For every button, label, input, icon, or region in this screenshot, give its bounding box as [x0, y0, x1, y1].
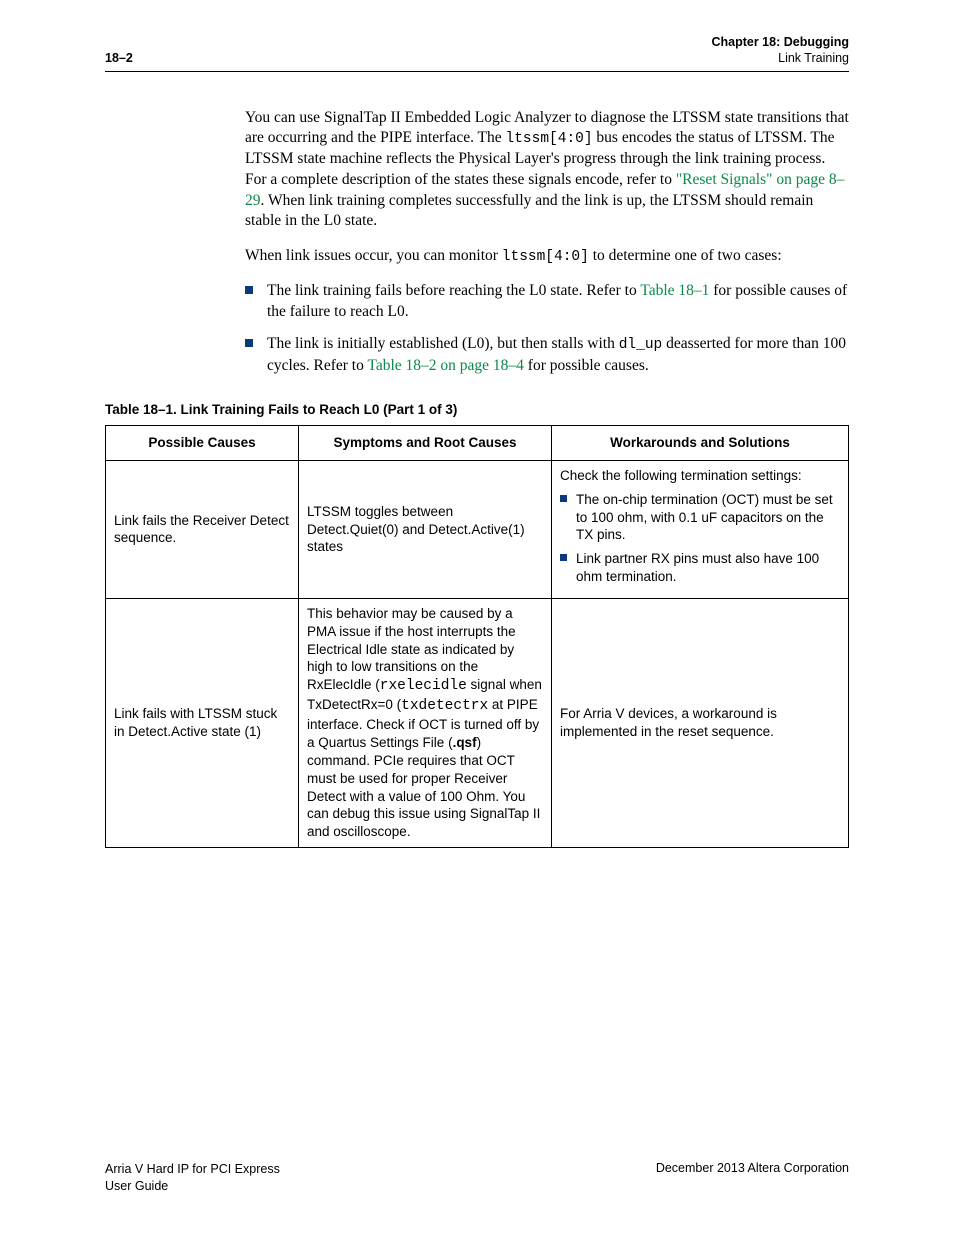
col-header-symptoms: Symptoms and Root Causes	[299, 426, 552, 461]
footer-left: Arria V Hard IP for PCI Express User Gui…	[105, 1161, 280, 1195]
text: The link training fails before reaching …	[267, 282, 640, 299]
cell-bullet: The on-chip termination (OCT) must be se…	[560, 491, 840, 544]
page-footer: Arria V Hard IP for PCI Express User Gui…	[105, 1161, 849, 1195]
section-title: Link Training	[711, 50, 849, 66]
cell-symptom: This behavior may be caused by a PMA iss…	[299, 598, 552, 847]
text: for possible causes.	[524, 357, 649, 374]
paragraph-1: You can use SignalTap II Embedded Logic …	[245, 108, 849, 232]
code-dlup: dl_up	[619, 337, 663, 353]
col-header-causes: Possible Causes	[106, 426, 299, 461]
page-header: 18–2 Chapter 18: Debugging Link Training	[105, 34, 849, 67]
cell-bullets: The on-chip termination (OCT) must be se…	[560, 491, 840, 586]
chapter-title: Chapter 18: Debugging	[711, 34, 849, 50]
cell-cause: Link fails with LTSSM stuck in Detect.Ac…	[106, 598, 299, 847]
table-row: Link fails the Receiver Detect sequence.…	[106, 461, 849, 599]
table-header-row: Possible Causes Symptoms and Root Causes…	[106, 426, 849, 461]
header-right: Chapter 18: Debugging Link Training	[711, 34, 849, 67]
footer-right: December 2013 Altera Corporation	[656, 1161, 849, 1195]
table-caption: Table 18–1. Link Training Fails to Reach…	[105, 402, 849, 417]
cell-cause: Link fails the Receiver Detect sequence.	[106, 461, 299, 599]
text: The link is initially established (L0), …	[267, 335, 619, 352]
bold-qsf: .qsf	[453, 735, 477, 750]
doc-title: Arria V Hard IP for PCI Express	[105, 1162, 280, 1176]
paragraph-2: When link issues occur, you can monitor …	[245, 246, 849, 267]
text: to determine one of two cases:	[589, 247, 782, 264]
cell-bullet: Link partner RX pins must also have 100 …	[560, 550, 840, 586]
link-table-18-2[interactable]: Table 18–2 on page 18–4	[367, 357, 523, 374]
doc-subtitle: User Guide	[105, 1179, 168, 1193]
cell-workaround: For Arria V devices, a workaround is imp…	[552, 598, 849, 847]
cell-lead: Check the following termination settings…	[560, 467, 840, 485]
cell-symptom: LTSSM toggles between Detect.Quiet(0) an…	[299, 461, 552, 599]
cell-workaround: Check the following termination settings…	[552, 461, 849, 599]
table-18-1: Possible Causes Symptoms and Root Causes…	[105, 425, 849, 848]
text: . When link training completes successfu…	[245, 192, 813, 230]
code-txdetectrx: txdetectrx	[401, 698, 488, 714]
bullet-item-1: The link training fails before reaching …	[245, 281, 849, 322]
table-row: Link fails with LTSSM stuck in Detect.Ac…	[106, 598, 849, 847]
code-rxelecidle: rxelecidle	[380, 678, 467, 694]
col-header-workarounds: Workarounds and Solutions	[552, 426, 849, 461]
body-text: You can use SignalTap II Embedded Logic …	[245, 72, 849, 377]
link-table-18-1[interactable]: Table 18–1	[640, 282, 709, 299]
text: ) command. PCIe requires that OCT must b…	[307, 735, 540, 839]
bullet-item-2: The link is initially established (L0), …	[245, 334, 849, 376]
bullet-list: The link training fails before reaching …	[245, 281, 849, 376]
code-ltssm: ltssm[4:0]	[502, 249, 589, 265]
text: When link issues occur, you can monitor	[245, 247, 502, 264]
page-number: 18–2	[105, 50, 133, 66]
code-ltssm: ltssm[4:0]	[506, 131, 593, 147]
